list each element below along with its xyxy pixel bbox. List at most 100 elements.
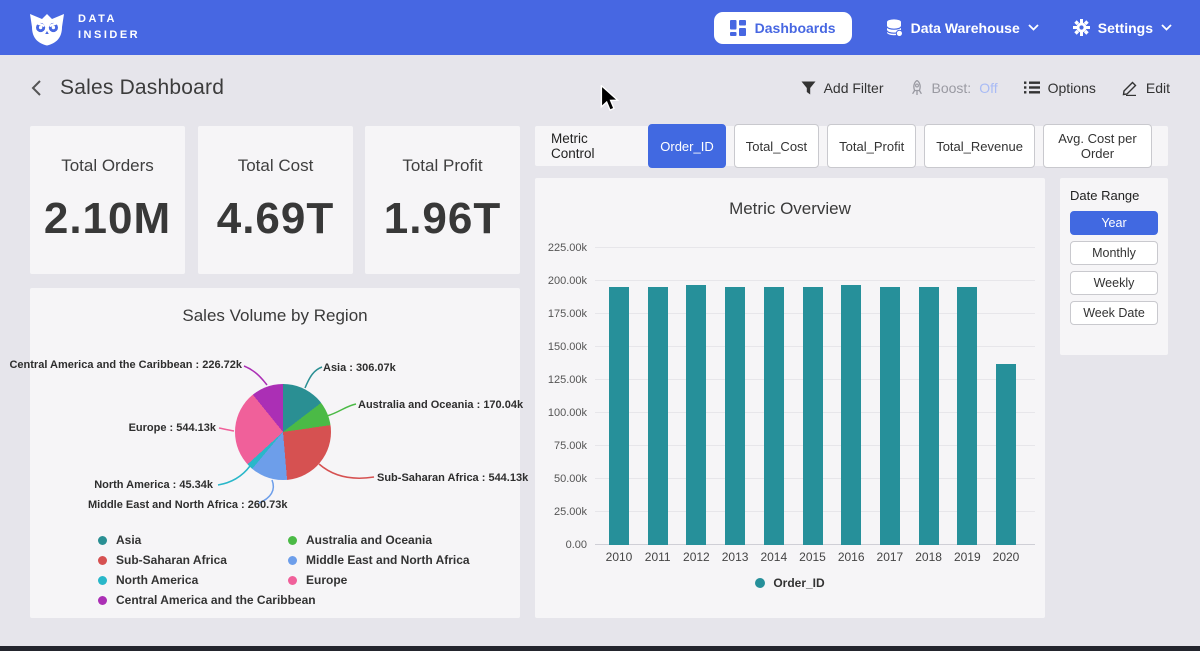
- legend-dot: [755, 578, 765, 588]
- pie-legend-item-central-america-and-the-caribbean[interactable]: Central America and the Caribbean: [98, 593, 316, 607]
- date-range-option-monthly[interactable]: Monthly: [1070, 241, 1158, 265]
- kpi-card-total-cost: Total Cost 4.69T: [198, 126, 353, 274]
- y-tick-label: 25.00k: [535, 506, 587, 518]
- pie-label-asia: Asia : 306.07k: [323, 362, 396, 374]
- y-tick-label: 150.00k: [535, 341, 587, 353]
- brand[interactable]: DATA INSIDER: [28, 10, 140, 46]
- pie-legend-item-australia-and-oceania[interactable]: Australia and Oceania: [288, 533, 470, 547]
- date-range-options: Year Monthly Weekly Week Date: [1070, 211, 1158, 325]
- bar-2017[interactable]: [880, 287, 900, 545]
- add-filter-button[interactable]: Add Filter: [801, 80, 884, 96]
- y-tick-label: 0.00: [535, 539, 587, 551]
- bar-2011[interactable]: [648, 287, 668, 545]
- chevron-down-icon: [1028, 24, 1039, 31]
- database-icon: [886, 19, 903, 37]
- date-range-option-year[interactable]: Year: [1070, 211, 1158, 235]
- edit-label: Edit: [1146, 80, 1170, 96]
- app-window: DATA INSIDER Dashboards: [0, 0, 1200, 651]
- date-range-option-weekly[interactable]: Weekly: [1070, 271, 1158, 295]
- pie-legend-item-middle-east-and-north-africa[interactable]: Middle East and North Africa: [288, 553, 470, 567]
- brand-text: DATA INSIDER: [78, 12, 140, 44]
- pie-legend-item-sub-saharan-africa[interactable]: Sub-Saharan Africa: [98, 553, 316, 567]
- metric-option-total-revenue[interactable]: Total_Revenue: [924, 124, 1035, 168]
- bar-2020[interactable]: [996, 364, 1016, 545]
- kpi-label: Total Orders: [61, 156, 154, 176]
- legend-label: Central America and the Caribbean: [116, 593, 316, 607]
- x-axis-labels: 2010201120122013201420152016201720182019…: [595, 550, 1035, 564]
- leader-line-central-america-and-the-caribbean: [244, 366, 267, 385]
- leader-line-australia-and-oceania: [327, 404, 356, 416]
- metric-option-avg-cost-per-order[interactable]: Avg. Cost per Order: [1043, 124, 1152, 168]
- pie-title: Sales Volume by Region: [30, 306, 520, 326]
- pie-legend-item-europe[interactable]: Europe: [288, 573, 470, 587]
- settings-label: Settings: [1098, 20, 1153, 36]
- back-button[interactable]: [30, 79, 42, 97]
- legend-label: Sub-Saharan Africa: [116, 553, 227, 567]
- kpi-value: 1.96T: [384, 194, 502, 244]
- x-tick-label: 2020: [982, 550, 1030, 564]
- date-range-option-week-date[interactable]: Week Date: [1070, 301, 1158, 325]
- filter-icon: [801, 81, 816, 95]
- bar-2018[interactable]: [919, 287, 939, 545]
- options-label: Options: [1048, 80, 1096, 96]
- settings-menu[interactable]: Settings: [1073, 19, 1172, 36]
- legend-label: Order_ID: [773, 576, 824, 590]
- pie-label-central-america-and-the-caribbean: Central America and the Caribbean : 226.…: [9, 359, 242, 371]
- bar-2014[interactable]: [764, 287, 784, 545]
- dashboards-icon: [730, 20, 746, 36]
- dashboards-label: Dashboards: [755, 20, 836, 36]
- brand-line1: DATA: [78, 12, 140, 28]
- leader-line-north-america: [218, 466, 250, 485]
- pie-legend-item-asia[interactable]: Asia: [98, 533, 316, 547]
- legend-label: Asia: [116, 533, 141, 547]
- bar-2010[interactable]: [609, 287, 629, 546]
- bar-2015[interactable]: [803, 287, 823, 545]
- y-tick-label: 175.00k: [535, 308, 587, 320]
- legend-label: Europe: [306, 573, 347, 587]
- gridline: [595, 247, 1035, 248]
- legend-dot: [288, 556, 297, 565]
- date-range-card: Date Range Year Monthly Weekly Week Date: [1060, 178, 1168, 355]
- y-tick-label: 125.00k: [535, 374, 587, 386]
- brand-line2: INSIDER: [78, 28, 140, 44]
- bar-2016[interactable]: [841, 285, 861, 545]
- legend-dot: [288, 576, 297, 585]
- boost-state: Off: [979, 80, 997, 96]
- bar-2012[interactable]: [686, 285, 706, 545]
- owl-logo-icon: [28, 10, 66, 46]
- toolbar: Add Filter Boost: Off: [801, 80, 1170, 96]
- dashboards-button[interactable]: Dashboards: [714, 12, 852, 44]
- y-tick-label: 200.00k: [535, 275, 587, 287]
- legend-dot: [98, 536, 107, 545]
- data-warehouse-menu[interactable]: Data Warehouse: [886, 19, 1039, 37]
- add-filter-label: Add Filter: [824, 80, 884, 96]
- pie-legend-item-north-america[interactable]: North America: [98, 573, 316, 587]
- sales-volume-card: Sales Volume by Region Asia : 306.07k Aus…: [30, 288, 520, 618]
- page-header: Sales Dashboard Add Filter Boost: Off: [0, 55, 1200, 120]
- bar-2013[interactable]: [725, 287, 745, 545]
- options-button[interactable]: Options: [1024, 80, 1096, 96]
- y-tick-label: 100.00k: [535, 407, 587, 419]
- top-nav-menu: Dashboards Data Warehouse: [714, 12, 1172, 44]
- date-range-label: Date Range: [1070, 188, 1158, 203]
- leader-line-sub-saharan-africa: [319, 464, 374, 478]
- legend-dot: [98, 576, 107, 585]
- boost-toggle[interactable]: Boost: Off: [910, 80, 998, 96]
- pie-chart[interactable]: [235, 384, 331, 480]
- legend-dot: [98, 596, 107, 605]
- metric-option-order-id[interactable]: Order_ID: [648, 124, 725, 168]
- pie-label-europe: Europe : 544.13k: [129, 422, 216, 434]
- y-tick-label: 225.00k: [535, 242, 587, 254]
- edit-button[interactable]: Edit: [1122, 80, 1170, 96]
- metric-option-total-cost[interactable]: Total_Cost: [734, 124, 819, 168]
- y-axis-labels: 0.0025.00k50.00k75.00k100.00k125.00k150.…: [535, 248, 587, 545]
- metric-option-total-profit[interactable]: Total_Profit: [827, 124, 916, 168]
- legend-label: Australia and Oceania: [306, 533, 432, 547]
- data-warehouse-label: Data Warehouse: [911, 20, 1020, 36]
- pie-legend-column-1: Asia Sub-Saharan Africa North America Centr…: [98, 533, 316, 607]
- pie-label-middle-east-and-north-africa: Middle East and North Africa : 260.73k: [88, 499, 287, 511]
- bar-2019[interactable]: [957, 287, 977, 545]
- legend-dot: [288, 536, 297, 545]
- pie-label-sub-saharan-africa: Sub-Saharan Africa : 544.13k: [377, 472, 528, 484]
- leader-line-asia: [305, 367, 322, 388]
